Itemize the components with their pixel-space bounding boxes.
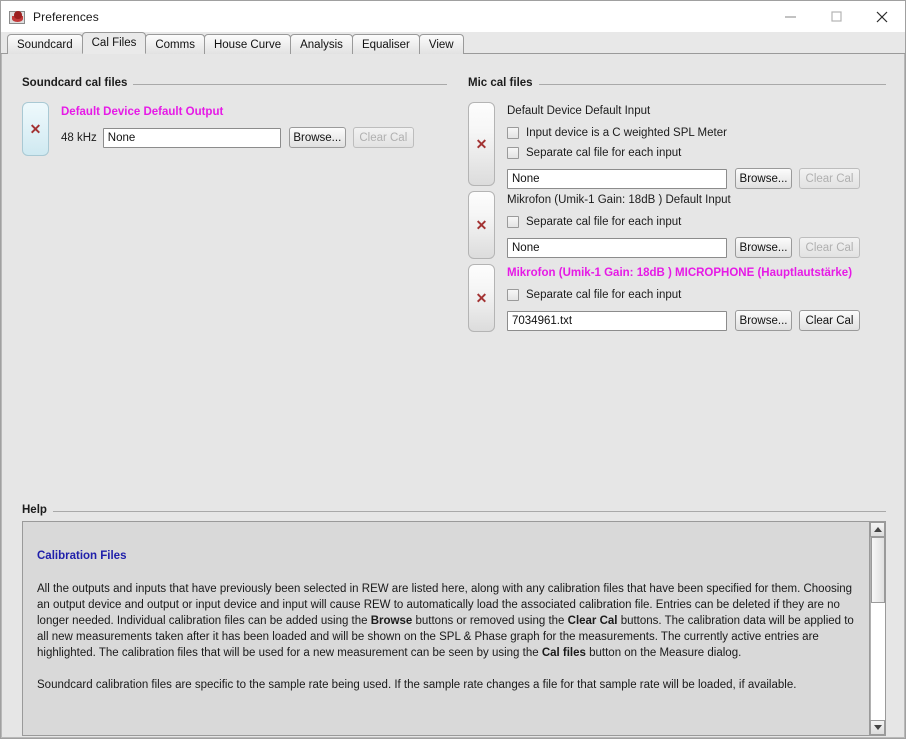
scroll-up-arrow-icon[interactable] [870,522,885,537]
tab-comms[interactable]: Comms [145,34,205,54]
help-text-panel: Calibration Files All the outputs and in… [22,521,886,736]
help-scrollbar[interactable] [869,522,885,735]
mic-cal-file-input-2[interactable]: 7034961.txt [507,310,727,331]
mic-clear-cal-button-0[interactable]: Clear Cal [799,168,860,189]
separate-cal-file-label-0: Separate cal file for each input [526,146,682,159]
tab-equaliser[interactable]: Equaliser [351,34,420,54]
maximize-icon[interactable] [813,1,859,32]
soundcard-device-label: Default Device Default Output [61,106,224,118]
sample-rate-label: 48 kHz [61,131,97,144]
help-heading: Calibration Files [37,550,127,562]
preferences-window: Preferences Soundcard Cal Files Comms Ho… [0,0,906,739]
mic-group-title: Mic cal files [468,77,539,89]
tab-analysis[interactable]: Analysis [290,34,353,54]
mic-device-label-0: Default Device Default Input [507,105,651,117]
mic-cal-file-input-0[interactable]: None [507,168,727,189]
x-delete-icon: ✕ [475,136,488,152]
separate-cal-file-checkbox-2[interactable] [507,288,519,301]
mic-device-label-2: Mikrofon (Umik-1 Gain: 18dB ) MICROPHONE… [507,267,853,279]
mic-cal-row: ✕ Mikrofon (Umik-1 Gain: 18dB ) MICROPHO… [468,264,886,332]
mic-browse-button-2[interactable]: Browse... [735,310,792,331]
separate-cal-file-checkbox-0[interactable] [507,146,519,159]
delete-mic-entry-2-button[interactable]: ✕ [468,264,495,332]
mic-cal-files-group: Mic cal files ✕ Default Device Default I… [468,77,886,332]
close-icon[interactable] [859,1,905,32]
delete-mic-entry-0-button[interactable]: ✕ [468,102,495,186]
mic-clear-cal-button-1[interactable]: Clear Cal [799,237,860,258]
tab-view[interactable]: View [418,34,464,54]
soundcard-clear-cal-button[interactable]: Clear Cal [352,127,414,148]
soundcard-group-title: Soundcard cal files [22,77,134,89]
mic-cal-row: ✕ Mikrofon (Umik-1 Gain: 18dB ) Default … [468,191,886,259]
delete-soundcard-entry-button[interactable]: ✕ [22,102,49,156]
title-bar: Preferences [1,1,905,32]
tab-house-curve[interactable]: House Curve [203,34,292,54]
separate-cal-file-checkbox-1[interactable] [507,215,519,228]
mic-device-label-1: Mikrofon (Umik-1 Gain: 18dB ) Default In… [507,194,731,206]
rew-app-icon [9,9,26,25]
c-weighted-spl-meter-label: Input device is a C weighted SPL Meter [526,126,727,139]
soundcard-cal-files-group: Soundcard cal files ✕ Default Device Def… [22,77,447,156]
tab-cal-files[interactable]: Cal Files [81,32,147,54]
soundcard-cal-row: ✕ Default Device Default Output 48 kHz N… [22,102,447,156]
help-scroll-thumb[interactable] [871,537,885,603]
separate-cal-file-label-2: Separate cal file for each input [526,288,682,301]
help-paragraph-2: Soundcard calibration files are specific… [37,679,797,691]
tab-soundcard[interactable]: Soundcard [7,34,83,54]
help-scroll-track[interactable] [870,537,885,720]
scroll-down-arrow-icon[interactable] [870,720,885,735]
minimize-icon[interactable] [767,1,813,32]
x-delete-icon: ✕ [475,290,488,306]
mic-browse-button-0[interactable]: Browse... [735,168,792,189]
window-title: Preferences [33,9,99,24]
x-delete-icon: ✕ [475,217,488,233]
tab-bar: Soundcard Cal Files Comms House Curve An… [1,32,905,54]
mic-browse-button-1[interactable]: Browse... [735,237,792,258]
cal-files-panel: Soundcard cal files ✕ Default Device Def… [1,54,905,738]
mic-cal-row: ✕ Default Device Default Input Input dev… [468,102,886,189]
separate-cal-file-label-1: Separate cal file for each input [526,215,682,228]
soundcard-cal-file-input[interactable]: None [102,127,281,148]
window-controls [767,1,905,32]
x-delete-icon: ✕ [29,121,42,137]
help-paragraph-1: All the outputs and inputs that have pre… [37,583,854,659]
mic-clear-cal-button-2[interactable]: Clear Cal [799,310,860,331]
c-weighted-spl-meter-checkbox[interactable] [507,126,519,139]
mic-cal-file-input-1[interactable]: None [507,237,727,258]
soundcard-browse-button[interactable]: Browse... [288,127,346,148]
delete-mic-entry-1-button[interactable]: ✕ [468,191,495,259]
help-group-title: Help [22,504,53,516]
